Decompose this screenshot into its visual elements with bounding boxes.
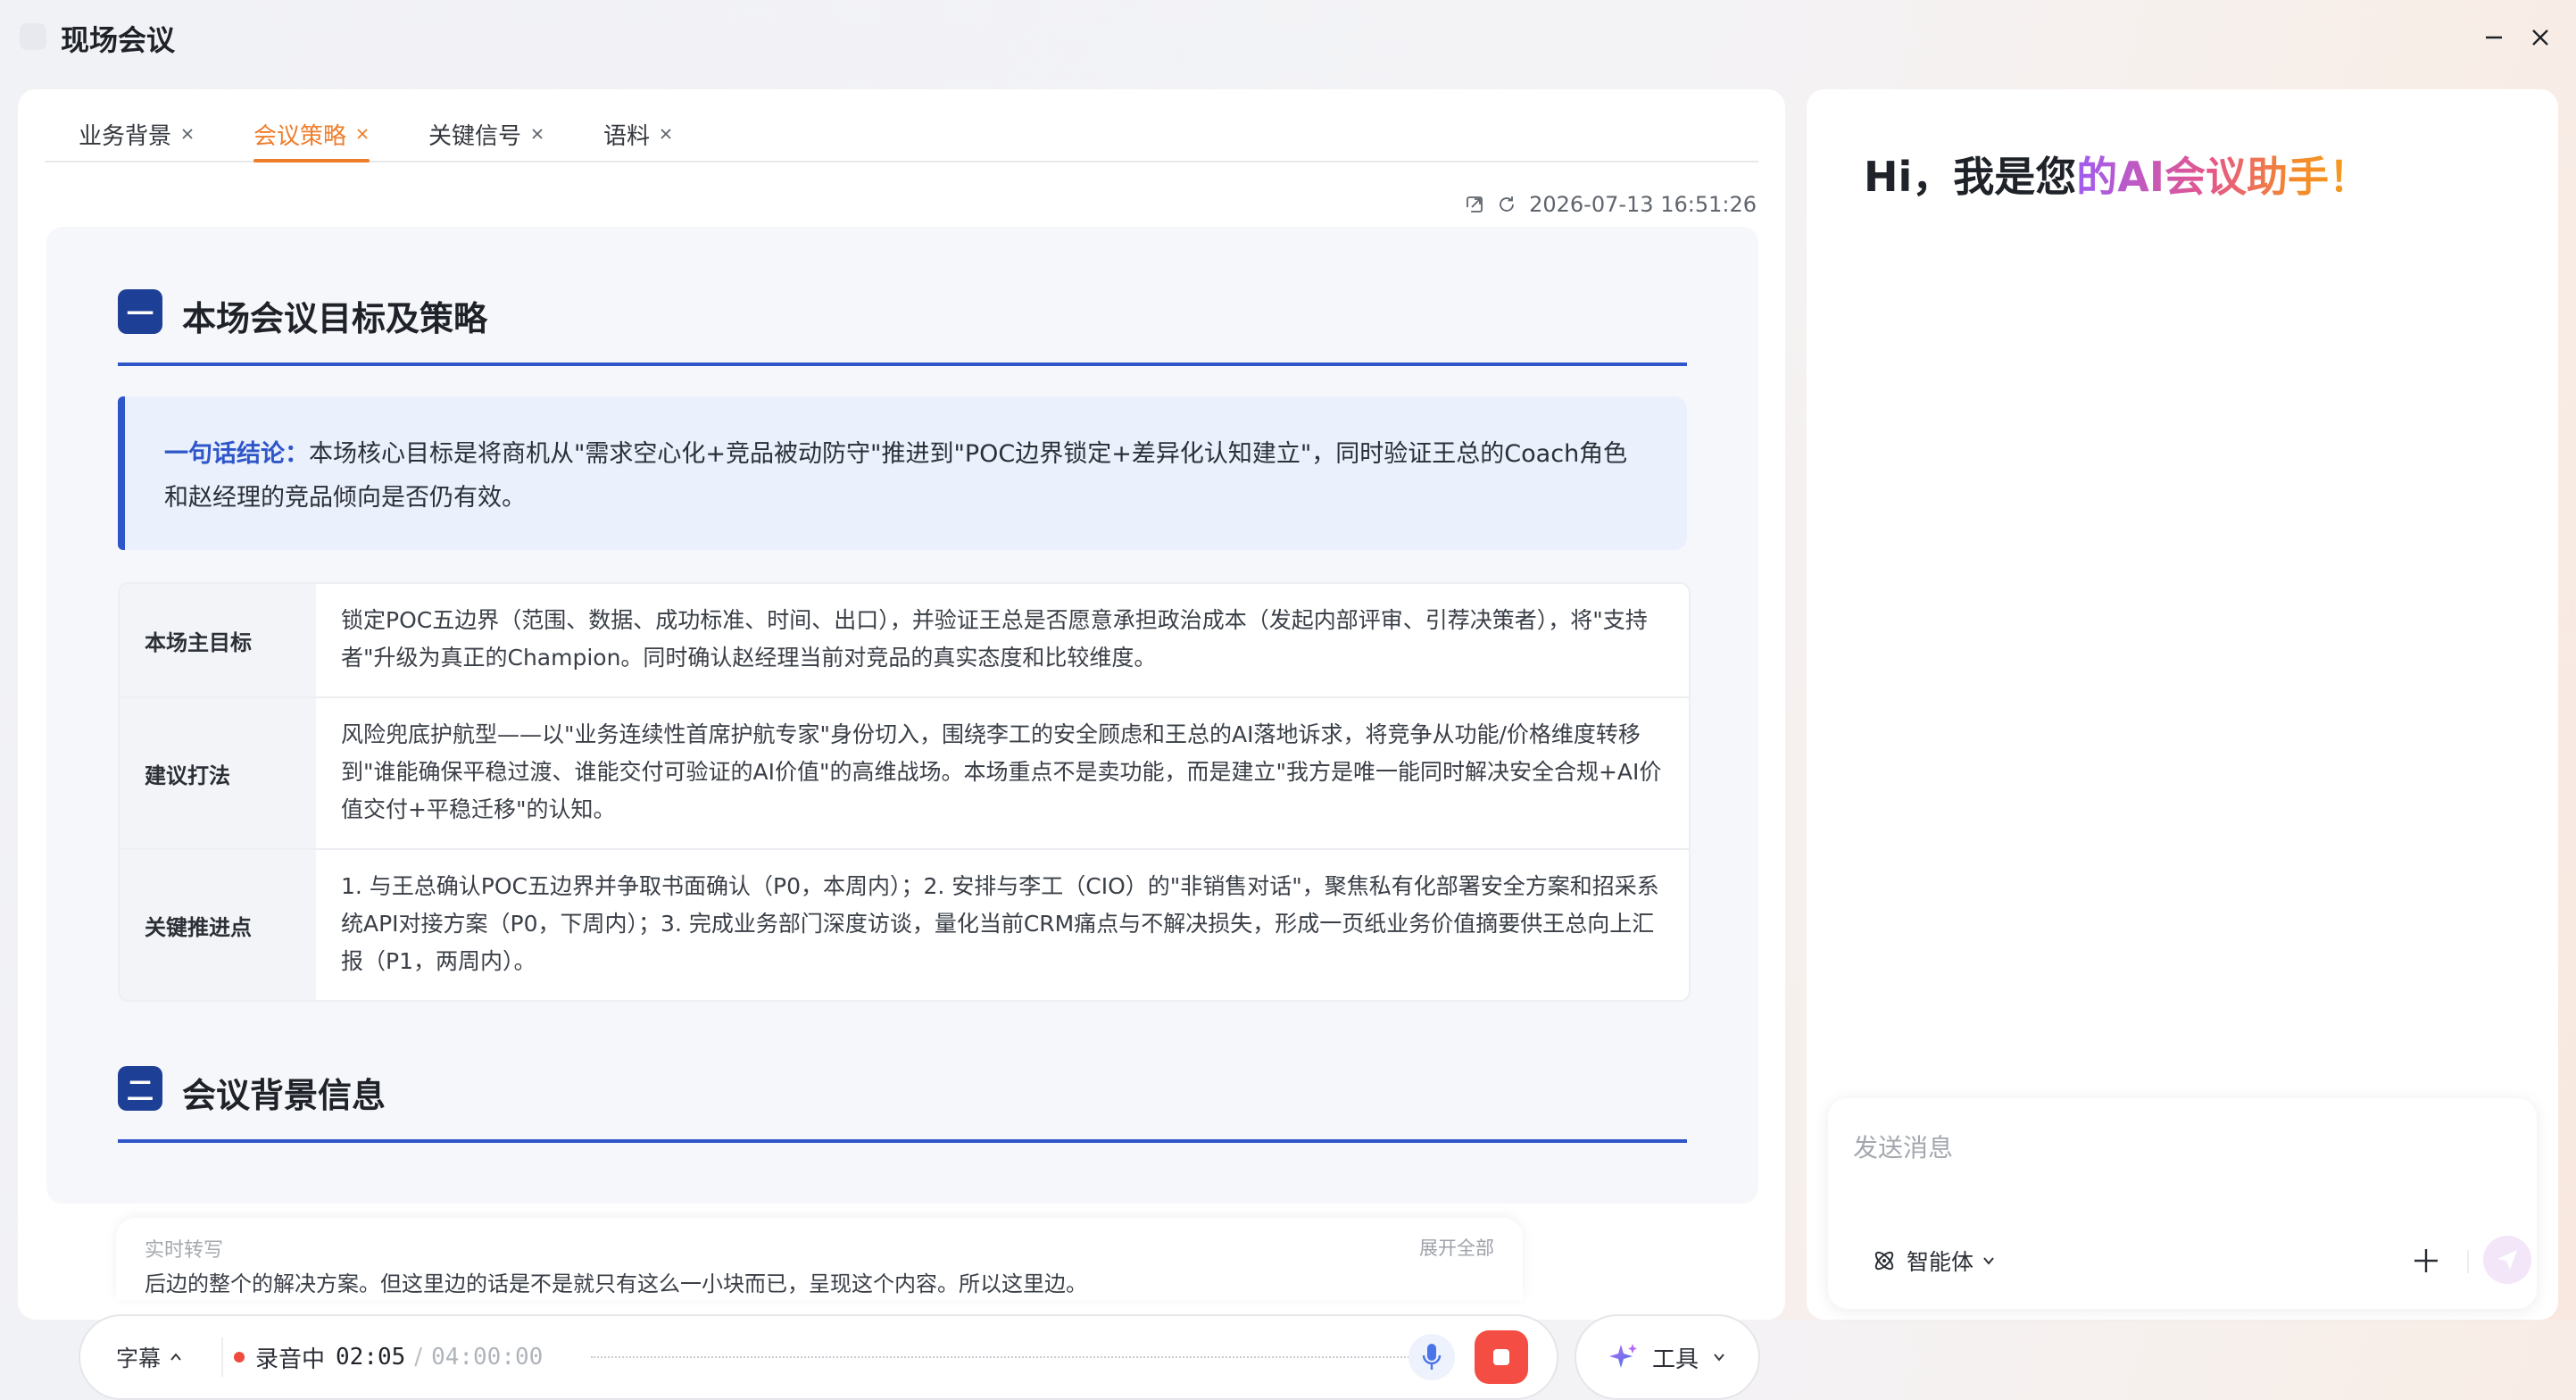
row-header: 关键推进点 [120, 850, 316, 1000]
table-row: 关键推进点 1. 与王总确认POC五边界并争取书面确认（P0，本周内）；2. 安… [120, 850, 1689, 1000]
assistant-greeting: Hi，我是您的AI会议助手！ [1864, 145, 2370, 204]
transcript-label: 实时转写 [145, 1239, 224, 1262]
tab-close-icon [532, 129, 543, 139]
plus-icon [2414, 1249, 2438, 1272]
tools-label: 工具 [1651, 1346, 1699, 1373]
document-meta: 2026-07-13 16:51:26 [1465, 189, 1757, 220]
section-title: 会议背景信息 [182, 1076, 386, 1115]
elapsed-time: 02:05 [336, 1344, 406, 1371]
tab-close-icon [357, 129, 368, 139]
expand-all-button[interactable]: 展开全部 [1419, 1234, 1494, 1261]
document-timestamp: 2026-07-13 16:51:26 [1529, 192, 1757, 217]
section-heading-1: 一 本场会议目标及策略 [118, 289, 1687, 366]
tab-close-icon [661, 129, 671, 139]
send-icon [2497, 1250, 2517, 1270]
app-logo-icon [20, 23, 46, 50]
tools-button[interactable]: 工具 [1575, 1314, 1760, 1400]
recording-bar: 字幕 录音中 02:05 / 04:00:00 [79, 1314, 1558, 1400]
section-heading-2: 二 会议背景信息 [118, 1066, 1687, 1143]
tab-business-background[interactable]: 业务背景 [79, 107, 195, 161]
microphone-button[interactable] [1408, 1334, 1455, 1380]
minimize-icon [2486, 36, 2502, 39]
chevron-up-icon [168, 1349, 184, 1365]
tab-close-button[interactable] [180, 127, 195, 141]
transcript-text: 后边的整个的解决方案。但这里边的话是不是就只有这么一小块而已，呈现这个内容。所以… [145, 1271, 1087, 1296]
tab-close-button[interactable] [355, 127, 370, 141]
tab-label: 关键信号 [428, 122, 522, 150]
close-window-button[interactable] [2522, 20, 2558, 55]
meeting-content-panel: 业务背景 会议策略 关键信号 语料 2026-07-13 16:51:26 一 … [18, 89, 1785, 1400]
agent-label: 智能体 [1907, 1249, 1974, 1275]
tab-key-signals[interactable]: 关键信号 [428, 107, 544, 161]
strategy-document: 一 本场会议目标及策略 一句话结论：本场核心目标是将商机从"需求空心化+竞品被动… [46, 227, 1758, 1204]
conclusion-lead: 一句话结论： [164, 440, 309, 468]
section-number-badge: 二 [118, 1066, 162, 1111]
table-row: 建议打法 风险兜底护航型——以"业务连续性首席护航专家"身份切入，围绕李工的安全… [120, 698, 1689, 850]
time-separator: / [414, 1344, 423, 1371]
close-icon [2532, 29, 2548, 46]
one-line-conclusion: 一句话结论：本场核心目标是将商机从"需求空心化+竞品被动防守"推进到"POC边界… [118, 396, 1687, 550]
divider [2467, 1250, 2469, 1273]
section-title: 本场会议目标及策略 [182, 299, 488, 338]
sparkle-icon [1608, 1341, 1640, 1373]
strategy-table: 本场主目标 锁定POC五边界（范围、数据、成功标准、时间、出口），并验证王总是否… [118, 582, 1691, 1002]
chevron-down-icon [1981, 1253, 1997, 1269]
tab-meeting-strategy[interactable]: 会议策略 [253, 107, 370, 162]
recording-indicator [234, 1352, 245, 1362]
table-row: 本场主目标 锁定POC五边界（范围、数据、成功标准、时间、出口），并验证王总是否… [120, 584, 1689, 698]
total-time: 04:00:00 [431, 1344, 544, 1371]
recording-status-label: 录音中 [255, 1346, 326, 1373]
agent-selector-button[interactable]: 智能体 [1871, 1243, 1997, 1279]
row-header: 建议打法 [120, 698, 316, 848]
tab-close-button[interactable] [659, 127, 673, 141]
divider [221, 1338, 223, 1377]
recording-status: 录音中 02:05 / 04:00:00 [255, 1316, 543, 1398]
conclusion-text: 本场核心目标是将商机从"需求空心化+竞品被动防守"推进到"POC边界锁定+差异化… [164, 440, 1628, 512]
greeting-highlight: 的AI会议助手！ [2076, 153, 2370, 201]
refresh-button[interactable] [1497, 195, 1517, 214]
section-number-badge: 一 [118, 289, 162, 334]
row-content: 锁定POC五边界（范围、数据、成功标准、时间、出口），并验证王总是否愿意承担政治… [341, 607, 1648, 671]
row-header: 本场主目标 [120, 584, 316, 696]
share-icon [1467, 196, 1483, 212]
title-bar: 现场会议 [0, 0, 2576, 77]
row-content: 风险兜底护航型——以"业务连续性首席护航专家"身份切入，围绕李工的安全顾虑和王总… [341, 721, 1662, 822]
app-title: 现场会议 [61, 23, 176, 57]
tab-corpus[interactable]: 语料 [603, 107, 673, 161]
audio-waveform [591, 1356, 1437, 1358]
mic-icon [1422, 1344, 1442, 1370]
send-button[interactable] [2483, 1236, 2531, 1284]
minimize-button[interactable] [2476, 20, 2512, 55]
subtitle-toggle-button[interactable]: 字幕 [116, 1316, 184, 1398]
share-button[interactable] [1465, 195, 1484, 214]
message-input[interactable] [1851, 1120, 2515, 1175]
stop-icon [1493, 1349, 1509, 1365]
tab-label: 语料 [603, 122, 651, 150]
tab-close-button[interactable] [530, 127, 544, 141]
stop-recording-button[interactable] [1475, 1330, 1528, 1384]
tab-close-icon [182, 129, 193, 139]
subtitle-label: 字幕 [116, 1346, 162, 1371]
chat-input-box: 智能体 [1828, 1098, 2537, 1309]
agent-icon [1871, 1247, 1898, 1274]
ai-assistant-panel: Hi，我是您的AI会议助手！ 智能体 [1807, 89, 2558, 1320]
add-attachment-button[interactable] [2408, 1243, 2444, 1279]
greeting-plain: Hi，我是您 [1864, 153, 2077, 201]
tab-label: 会议策略 [253, 122, 347, 150]
live-transcript-panel: 实时转写 展开全部 后边的整个的解决方案。但这里边的话是不是就只有这么一小块而已… [116, 1218, 1523, 1300]
tab-label: 业务背景 [79, 122, 172, 150]
tab-bar: 业务背景 会议策略 关键信号 语料 [45, 107, 1758, 162]
row-content: 1. 与王总确认POC五边界并争取书面确认（P0，本周内）；2. 安排与李工（C… [341, 873, 1659, 974]
chevron-down-icon [1711, 1349, 1727, 1365]
refresh-icon [1500, 196, 1514, 212]
